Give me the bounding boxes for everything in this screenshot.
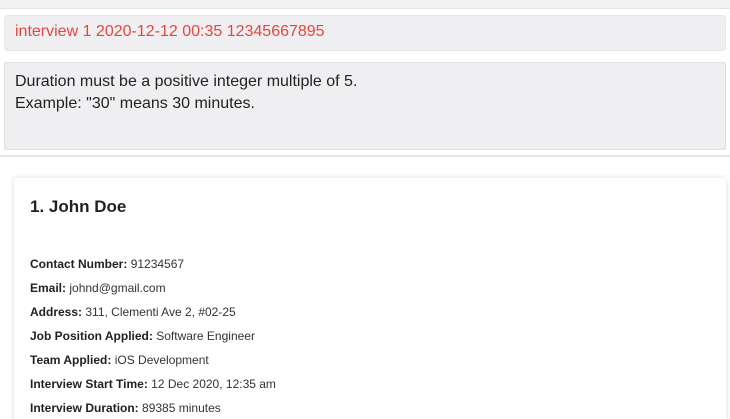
command-input[interactable]: interview 1 2020-12-12 00:35 12345667895 bbox=[4, 15, 726, 51]
field-value: 89385 minutes bbox=[142, 401, 221, 415]
team-applied-row: Team Applied: iOS Development bbox=[30, 351, 276, 375]
app-window: interview 1 2020-12-12 00:35 12345667895… bbox=[0, 0, 730, 419]
interview-start-time-row: Interview Start Time: 12 Dec 2020, 12:35… bbox=[30, 375, 276, 399]
field-value: 12 Dec 2020, 12:35 am bbox=[151, 377, 276, 391]
field-value: Software Engineer bbox=[156, 329, 255, 343]
field-value: 311, Clementi Ave 2, #02-25 bbox=[85, 305, 236, 319]
result-line: Example: "30" means 30 minutes. bbox=[15, 95, 255, 112]
field-label: Email: bbox=[30, 281, 67, 295]
field-value: 91234567 bbox=[130, 257, 185, 271]
field-label: Contact Number: bbox=[30, 257, 128, 271]
field-label: Job Position Applied: bbox=[30, 329, 153, 343]
field-value: johnd@gmail.com bbox=[69, 281, 166, 295]
command-text: interview 1 2020-12-12 00:35 12345667895 bbox=[15, 23, 325, 40]
field-label: Team Applied: bbox=[30, 353, 112, 367]
divider bbox=[0, 155, 730, 157]
applicant-name: 1. John Doe bbox=[30, 197, 127, 216]
top-strip bbox=[0, 0, 730, 9]
applicant-details: Contact Number: 91234567 Email: johnd@gm… bbox=[30, 255, 276, 419]
email-row: Email: johnd@gmail.com bbox=[30, 279, 276, 303]
field-value: iOS Development bbox=[114, 353, 209, 367]
interview-duration-row: Interview Duration: 89385 minutes bbox=[30, 399, 276, 419]
applicant-card[interactable]: 1. John Doe Contact Number: 91234567 Ema… bbox=[14, 178, 726, 419]
address-row: Address: 311, Clementi Ave 2, #02-25 bbox=[30, 303, 276, 327]
contact-number-row: Contact Number: 91234567 bbox=[30, 255, 276, 279]
field-label: Interview Duration: bbox=[30, 401, 139, 415]
field-label: Address: bbox=[30, 305, 83, 319]
field-label: Interview Start Time: bbox=[30, 377, 148, 391]
result-line: Duration must be a positive integer mult… bbox=[15, 73, 358, 90]
job-position-row: Job Position Applied: Software Engineer bbox=[30, 327, 276, 351]
result-display: Duration must be a positive integer mult… bbox=[4, 62, 726, 150]
